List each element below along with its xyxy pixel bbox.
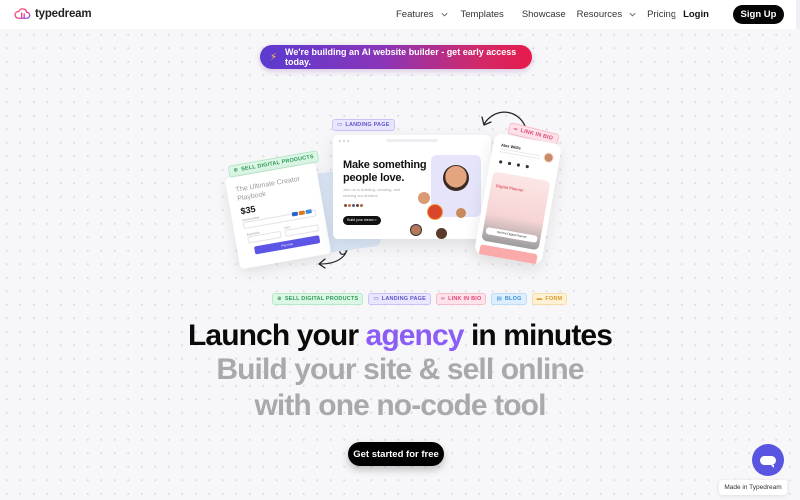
memoji-avatar [456,208,466,218]
chip-label: SELL DIGITAL PRODUCTS [284,296,359,302]
sell-product-card: The Ultimate Creator Playbook $35 Card n… [224,162,332,270]
landing-subtext: Join us in building, creating, and shari… [343,187,401,198]
chip-form[interactable]: ▬ FORM [531,293,568,305]
nav-resources-label: Resources [576,9,623,20]
social-icons [498,160,530,169]
url-bar [386,139,438,142]
chip-label: LANDING PAGE [381,296,426,302]
link-icon: ∞ [440,296,446,302]
hero-headline: Launch your agency in minutes [0,318,800,354]
form-icon: ▬ [536,296,543,302]
landing-headline: Make something people love. [343,159,427,184]
headline-suffix: in minutes [463,319,613,352]
chip-label: LINK IN BIO [448,296,482,302]
nav-showcase[interactable]: Showcase [522,9,566,20]
window-icon: ▭ [373,296,379,302]
landing-cta-button: Build your dream > [343,216,381,225]
banner-text: We're building an AI website builder - g… [285,47,517,67]
made-in-typedream-badge[interactable]: Made in Typedream [719,480,787,495]
chip-label: FORM [545,296,563,302]
memoji-avatar [427,204,443,220]
hero-subheadline-1: Build your site & sell online [216,353,584,386]
nav-templates-label: Templates [460,9,504,20]
nav-pricing[interactable]: Pricing [647,9,676,20]
landing-page-card: Make something people love. Join us in b… [333,135,491,239]
memoji-avatar [418,192,430,204]
chip-label: BLOG [504,296,522,302]
top-navbar: typedream Features Templates Showcase Re… [0,0,800,29]
feature-chip-row: ⊕ SELL DIGITAL PRODUCTS ▭ LANDING PAGE ∞… [272,293,568,305]
memoji-avatar [410,224,422,236]
chip-sell-digital-products[interactable]: ⊕ SELL DIGITAL PRODUCTS [272,293,364,305]
headline-prefix: Launch your [187,319,366,352]
lightning-bolt-icon: ⚡ [270,51,278,63]
product-price: $35 [239,203,257,217]
brand-name: typedream [35,8,92,20]
chevron-down-icon [629,12,636,17]
memoji-avatar [436,228,447,239]
signup-button[interactable]: Sign Up [733,5,784,24]
memoji-avatar [443,165,469,191]
chevron-down-icon [440,12,448,17]
hero-subheadline-2: with one no-code tool [254,389,546,422]
chip-link-in-bio[interactable]: ∞ LINK IN BIO [435,293,487,305]
nav-features-label: Features [396,9,434,20]
tag-landing-page: ▭ LANDING PAGE [332,119,395,131]
tag-label: LANDING PAGE [345,122,390,128]
cloud-gradient-icon [14,8,31,19]
document-icon: ▤ [496,296,502,302]
chat-bubble-icon [760,455,776,468]
product-title: The Ultimate Creator Playbook [235,175,301,203]
window-icon: ▭ [337,122,343,128]
get-started-button[interactable]: Get started for free [348,442,444,466]
chat-widget-button[interactable] [752,444,784,476]
headline-accent-word: agency [365,319,465,352]
avatar-group [343,203,364,208]
window-dots [339,140,349,142]
nav-templates[interactable]: Templates [461,9,504,20]
dollar-circle-icon: ⊕ [233,167,239,175]
nav-pricing-label: Pricing [647,9,677,20]
nav-links: Features Templates Showcase Resources Pr… [396,0,676,29]
nav-resources[interactable]: Resources [577,9,637,20]
login-button[interactable]: Login [675,5,717,24]
scrollbar-edge [796,0,800,29]
nav-showcase-label: Showcase [521,9,566,20]
nav-features[interactable]: Features [396,9,449,20]
chip-landing-page[interactable]: ▭ LANDING PAGE [368,293,431,305]
chip-blog[interactable]: ▤ BLOG [491,293,527,305]
link-icon: ∞ [512,126,519,134]
announcement-banner[interactable]: ⚡ We're building an AI website builder -… [260,45,532,69]
brand-logo[interactable]: typedream [14,7,92,21]
dollar-circle-icon: ⊕ [277,296,282,302]
profile-avatar [542,151,555,164]
